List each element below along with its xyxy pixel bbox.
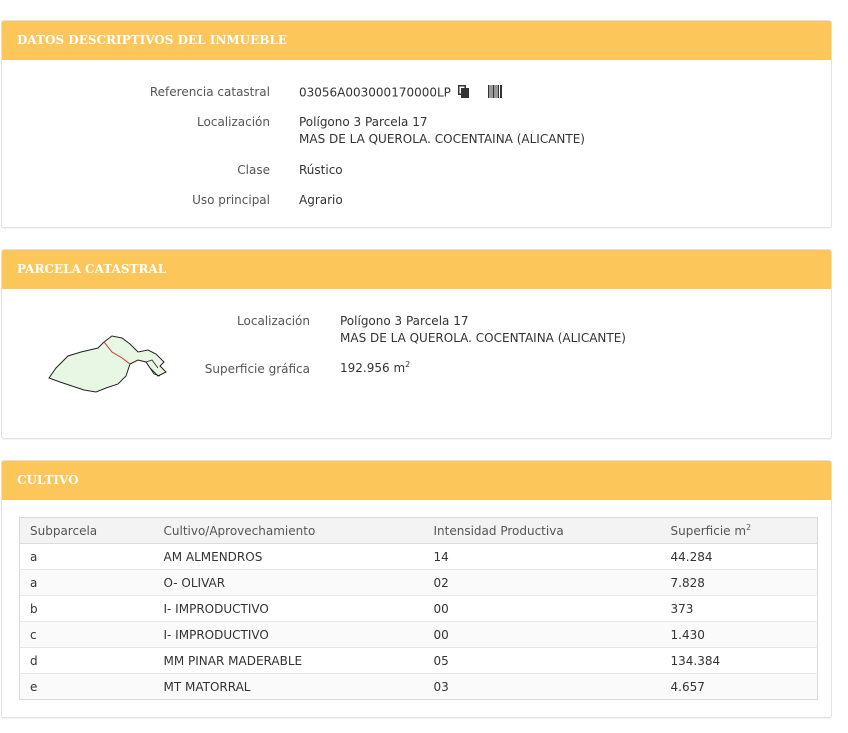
table-row: a O- OLIVAR 02 7.828 <box>19 569 818 596</box>
table-row: e MT MATORRAL 03 4.657 <box>19 673 818 700</box>
datos-descriptivos-heading: DATOS DESCRIPTIVOS DEL INMUEBLE <box>2 21 831 60</box>
col-superficie-label: Superficie m <box>670 523 747 538</box>
cell-cultivo: I- IMPRODUCTIVO <box>153 621 424 648</box>
parcela-localizacion-value: Polígono 3 Parcela 17 MAS DE LA QUEROLA.… <box>340 313 626 347</box>
cell-intensidad: 00 <box>423 595 661 622</box>
cell-cultivo: AM ALMENDROS <box>153 543 424 570</box>
table-row: a AM ALMENDROS 14 44.284 <box>19 543 818 570</box>
cell-subparcela: a <box>19 543 154 570</box>
cultivo-table: Subparcela Cultivo/Aprovechamiento Inten… <box>19 517 818 700</box>
parcela-localizacion-line2: MAS DE LA QUEROLA. COCENTAINA (ALICANTE) <box>340 331 626 345</box>
cultivo-panel: CULTIVO Subparcela Cultivo/Aprovechamien… <box>1 460 832 718</box>
parcela-catastral-panel: PARCELA CATASTRAL Localización Polígono … <box>1 249 832 439</box>
col-cultivo: Cultivo/Aprovechamiento <box>153 517 424 544</box>
cell-intensidad: 05 <box>423 647 661 674</box>
superficie-grafica-number: 192.956 m <box>340 361 406 375</box>
cell-cultivo: I- IMPRODUCTIVO <box>153 595 424 622</box>
col-intensidad: Intensidad Productiva <box>423 517 661 544</box>
cell-subparcela: a <box>19 569 154 596</box>
table-row: b I- IMPRODUCTIVO 00 373 <box>19 595 818 622</box>
cell-intensidad: 03 <box>423 673 661 700</box>
cell-intensidad: 14 <box>423 543 661 570</box>
clase-label: Clase <box>237 163 270 177</box>
cell-superficie: 373 <box>660 595 818 622</box>
col-superficie-exponent: 2 <box>746 522 752 532</box>
cell-superficie: 7.828 <box>660 569 818 596</box>
superficie-grafica-value: 192.956 m2 <box>340 360 411 376</box>
referencia-value: 03056A003000170000LP <box>299 85 451 100</box>
cell-subparcela: b <box>19 595 154 622</box>
cell-superficie: 134.384 <box>660 647 818 674</box>
referencia-value-group: 03056A003000170000LP <box>299 85 502 101</box>
cell-intensidad: 02 <box>423 569 661 596</box>
cell-superficie: 44.284 <box>660 543 818 570</box>
col-superficie: Superficie m2 <box>660 517 818 544</box>
superficie-grafica-exponent: 2 <box>405 360 411 369</box>
copy-icon[interactable] <box>457 85 470 101</box>
clase-value: Rústico <box>299 163 343 177</box>
cell-intensidad: 00 <box>423 621 661 648</box>
parcel-map[interactable] <box>46 332 170 394</box>
parcela-localizacion-line1: Polígono 3 Parcela 17 <box>340 314 469 328</box>
superficie-grafica-label: Superficie gráfica <box>204 362 310 376</box>
localizacion-line1: Polígono 3 Parcela 17 <box>299 115 428 129</box>
cultivo-table-header: Subparcela Cultivo/Aprovechamiento Inten… <box>19 517 818 544</box>
cell-superficie: 4.657 <box>660 673 818 700</box>
cultivo-heading: CULTIVO <box>2 461 831 500</box>
datos-descriptivos-panel: DATOS DESCRIPTIVOS DEL INMUEBLE Referenc… <box>1 20 832 228</box>
referencia-label: Referencia catastral <box>149 85 270 99</box>
uso-principal-label: Uso principal <box>192 193 270 207</box>
parcel-map-drawing <box>48 335 167 393</box>
localizacion-value: Polígono 3 Parcela 17 MAS DE LA QUEROLA.… <box>299 114 585 148</box>
cell-superficie: 1.430 <box>660 621 818 648</box>
barcode-icon[interactable] <box>487 85 502 101</box>
col-subparcela: Subparcela <box>19 517 154 544</box>
parcela-catastral-heading: PARCELA CATASTRAL <box>2 250 831 289</box>
cell-cultivo: MT MATORRAL <box>153 673 424 700</box>
localizacion-line2: MAS DE LA QUEROLA. COCENTAINA (ALICANTE) <box>299 132 585 146</box>
localizacion-label: Localización <box>197 115 270 129</box>
table-row: c I- IMPRODUCTIVO 00 1.430 <box>19 621 818 648</box>
cell-subparcela: d <box>19 647 154 674</box>
cell-subparcela: c <box>19 621 154 648</box>
cell-cultivo: MM PINAR MADERABLE <box>153 647 424 674</box>
cell-cultivo: O- OLIVAR <box>153 569 424 596</box>
parcela-localizacion-label: Localización <box>237 314 310 328</box>
cell-subparcela: e <box>19 673 154 700</box>
uso-principal-value: Agrario <box>299 193 343 207</box>
table-row: d MM PINAR MADERABLE 05 134.384 <box>19 647 818 674</box>
